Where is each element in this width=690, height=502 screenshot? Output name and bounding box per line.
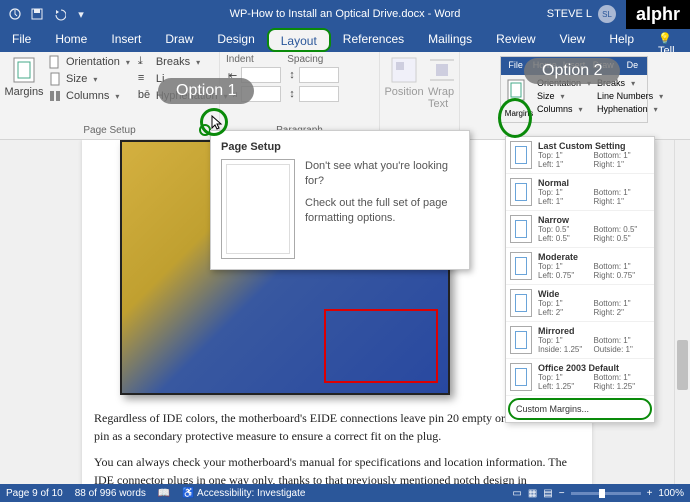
tab-insert[interactable]: Insert: [99, 28, 153, 52]
indent-label: Indent: [226, 54, 283, 65]
margins-preset-icon: [510, 141, 532, 169]
view-read-icon[interactable]: ▭: [512, 488, 521, 499]
zoom-level[interactable]: 100%: [658, 488, 684, 499]
option-2-circle: [498, 98, 532, 138]
option-2-callout: Option 2: [524, 58, 620, 84]
margins-button[interactable]: Margins: [6, 54, 42, 124]
vertical-scrollbar[interactable]: [674, 140, 690, 484]
tab-draw[interactable]: Draw: [153, 28, 205, 52]
hyphenation-icon: bē: [138, 89, 152, 103]
status-page[interactable]: Page 9 of 10: [6, 488, 63, 499]
tab-help[interactable]: Help: [597, 28, 646, 52]
tab-layout[interactable]: Layout: [267, 28, 331, 52]
tab-review[interactable]: Review: [484, 28, 547, 52]
margins-preset-mirrored[interactable]: MirroredTop: 1"Bottom: 1"Inside: 1.25"Ou…: [506, 322, 654, 359]
view-print-icon[interactable]: ▦: [528, 488, 537, 499]
breaks-icon: ⤓: [138, 55, 152, 69]
document-title: WP-How to Install an Optical Drive.docx …: [230, 8, 461, 20]
margins-preset-icon: [510, 289, 532, 317]
save-icon[interactable]: [30, 7, 44, 21]
tab-design[interactable]: Design: [205, 28, 266, 52]
spacing-before-icon: ↕: [289, 69, 295, 81]
status-bar: Page 9 of 10 88 of 996 words 📖 ♿ Accessi…: [0, 484, 690, 502]
spacing-after-input[interactable]: ↕: [287, 85, 341, 103]
margins-preset-icon: [510, 252, 532, 280]
tab-references[interactable]: References: [331, 28, 416, 52]
margins-dropdown: Last Custom SettingTop: 1"Bottom: 1"Left…: [505, 136, 655, 423]
size-button[interactable]: Size▾: [46, 71, 132, 87]
tooltip-preview: [221, 159, 295, 259]
tab-home[interactable]: Home: [43, 28, 99, 52]
option-1-callout: Option 1: [158, 78, 254, 104]
breaks-button[interactable]: ⤓Breaks▾: [136, 54, 230, 70]
position-button[interactable]: Position: [386, 54, 422, 137]
margins-preset-icon: [510, 326, 532, 354]
user-name[interactable]: STEVE L: [547, 8, 592, 20]
size-icon: [48, 72, 62, 86]
ribbon-tab-strip: File Home Insert Draw Design Layout Refe…: [0, 28, 690, 52]
margins-preset-last-custom-setting[interactable]: Last Custom SettingTop: 1"Bottom: 1"Left…: [506, 137, 654, 174]
zoom-in-button[interactable]: +: [647, 488, 653, 499]
ep-columns[interactable]: Columns▾: [535, 103, 593, 115]
margins-preset-icon: [510, 178, 532, 206]
share-button[interactable]: 👤 Share: [687, 28, 690, 52]
ep-line-numbers[interactable]: Line Numbers▾: [595, 90, 665, 102]
margins-preset-icon: [510, 363, 532, 391]
wrap-text-button[interactable]: Wrap Text: [426, 54, 458, 137]
undo-icon[interactable]: [52, 7, 66, 21]
ep-hyphenation[interactable]: Hyphenation▾: [595, 103, 665, 115]
margins-preset-icon: [510, 215, 532, 243]
tab-view[interactable]: View: [548, 28, 598, 52]
tooltip-question: Don't see what you're looking for?: [305, 159, 459, 190]
zoom-out-button[interactable]: −: [559, 488, 565, 499]
zoom-slider[interactable]: [571, 492, 641, 495]
orientation-icon: [48, 55, 62, 69]
wrap-text-icon: [428, 56, 456, 84]
status-words[interactable]: 88 of 996 words: [75, 488, 146, 499]
tooltip-title: Page Setup: [221, 141, 459, 153]
status-accessibility[interactable]: ♿ Accessibility: Investigate: [182, 488, 305, 499]
columns-button[interactable]: Columns▾: [46, 88, 132, 104]
autosave-icon[interactable]: [8, 7, 22, 21]
status-proofing-icon[interactable]: 📖: [158, 488, 170, 499]
ep-tab-de[interactable]: De: [618, 57, 647, 75]
line-numbers-icon: ≡: [138, 72, 152, 86]
user-avatar[interactable]: SL: [598, 5, 616, 23]
margins-preset-narrow[interactable]: NarrowTop: 0.5"Bottom: 0.5"Left: 0.5"Rig…: [506, 211, 654, 248]
tell-me-button[interactable]: 💡 Tell me: [646, 28, 687, 52]
tooltip-body: Check out the full set of page formattin…: [305, 196, 459, 227]
scrollbar-thumb[interactable]: [677, 340, 688, 390]
cursor-icon: [210, 114, 226, 130]
orientation-button[interactable]: Orientation▾: [46, 54, 132, 70]
margins-preset-wide[interactable]: WideTop: 1"Bottom: 1"Left: 2"Right: 2": [506, 285, 654, 322]
view-web-icon[interactable]: ▤: [543, 488, 552, 499]
title-bar: ▾ WP-How to Install an Optical Drive.doc…: [0, 0, 690, 28]
margins-icon: [10, 56, 38, 84]
spacing-label: Spacing: [287, 54, 341, 65]
margins-preset-normal[interactable]: NormalTop: 1"Bottom: 1"Left: 1"Right: 1": [506, 174, 654, 211]
page-setup-group-label: Page Setup ↘: [6, 124, 213, 137]
tab-mailings[interactable]: Mailings: [416, 28, 484, 52]
document-paragraph-2[interactable]: You can always check your motherboard's …: [94, 449, 580, 484]
qat-more-icon[interactable]: ▾: [74, 7, 88, 21]
alphr-watermark: alphr: [626, 0, 690, 29]
custom-margins-item[interactable]: Custom Margins...: [508, 398, 652, 420]
margins-preset-office-2003-default[interactable]: Office 2003 DefaultTop: 1"Bottom: 1"Left…: [506, 359, 654, 396]
columns-icon: [48, 89, 62, 103]
tab-file[interactable]: File: [0, 28, 43, 52]
margins-preset-moderate[interactable]: ModerateTop: 1"Bottom: 1"Left: 0.75"Righ…: [506, 248, 654, 285]
position-icon: [390, 56, 418, 84]
page-setup-tooltip: Page Setup Don't see what you're looking…: [210, 130, 470, 270]
spacing-after-icon: ↕: [289, 88, 295, 100]
ep-size[interactable]: Size▾: [535, 90, 593, 102]
spacing-before-input[interactable]: ↕: [287, 66, 341, 84]
